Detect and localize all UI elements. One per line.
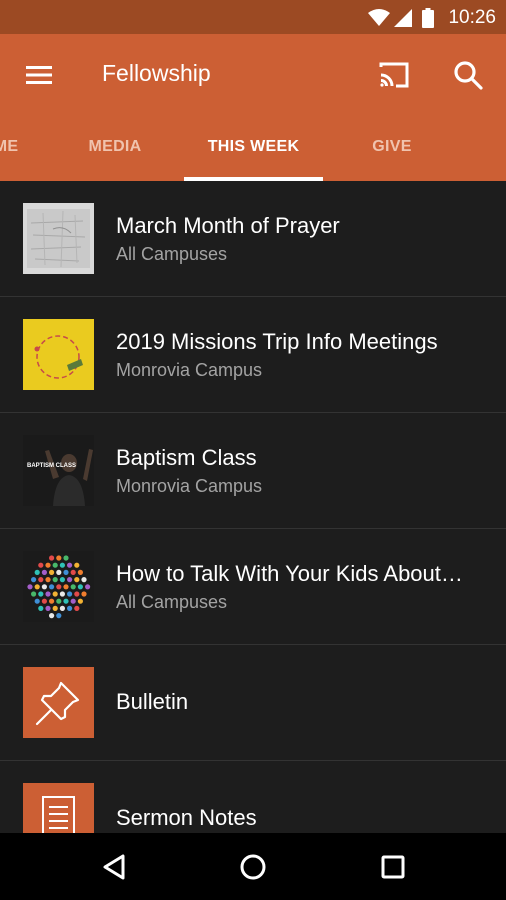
- tab-media[interactable]: MEDIA: [70, 116, 160, 181]
- this-week-list: March Month of Prayer All Campuses 2019 …: [0, 181, 506, 833]
- baptism-thumb-text: BAPTISM CLASS: [27, 463, 76, 469]
- prayer-thumbnail: [23, 203, 94, 274]
- item-subtitle: All Campuses: [116, 244, 228, 264]
- status-bar: 10:26: [0, 0, 506, 34]
- item-title: Sermon Notes: [116, 805, 257, 830]
- item-title: March Month of Prayer: [116, 213, 340, 238]
- menu-icon[interactable]: [24, 61, 54, 89]
- baptism-thumbnail: BAPTISM CLASS: [23, 435, 94, 506]
- list-item[interactable]: 2019 Missions Trip Info Meetings Monrovi…: [0, 297, 506, 413]
- battery-icon: [422, 8, 435, 28]
- clock: 10:26: [448, 7, 496, 28]
- home-icon[interactable]: [236, 850, 270, 884]
- app-title: Fellowship: [102, 60, 211, 86]
- item-title: Baptism Class: [116, 445, 257, 470]
- app-bar: Fellowship: [0, 34, 506, 116]
- cell-signal-icon: [394, 9, 413, 27]
- item-subtitle: All Campuses: [116, 592, 228, 612]
- tab-me[interactable]: ME: [0, 116, 26, 181]
- list-item[interactable]: Sermon Notes: [0, 761, 506, 833]
- item-title: Bulletin: [116, 689, 189, 714]
- wifi-icon: [368, 9, 391, 27]
- system-nav-bar: [0, 833, 506, 900]
- item-title: 2019 Missions Trip Info Meetings: [116, 329, 438, 354]
- cast-icon[interactable]: [376, 59, 412, 91]
- recents-icon[interactable]: [376, 850, 410, 884]
- list-item[interactable]: BAPTISM CLASS Baptism Class Monrovia Cam…: [0, 413, 506, 529]
- tab-this-week[interactable]: THIS WEEK: [184, 116, 323, 181]
- notes-icon: [23, 783, 94, 833]
- tab-give[interactable]: GIVE: [347, 116, 437, 181]
- back-icon[interactable]: [98, 850, 132, 884]
- tab-bar: ME MEDIA THIS WEEK GIVE: [0, 116, 506, 181]
- search-icon[interactable]: [452, 59, 484, 91]
- missions-thumbnail: [23, 319, 94, 390]
- item-title: How to Talk With Your Kids About…: [116, 561, 463, 586]
- pushpin-icon: [23, 667, 94, 738]
- list-item[interactable]: Bulletin: [0, 645, 506, 761]
- list-item[interactable]: How to Talk With Your Kids About… All Ca…: [0, 529, 506, 645]
- item-subtitle: Monrovia Campus: [116, 360, 263, 380]
- status-icons: 10:26: [368, 6, 496, 30]
- list-item[interactable]: March Month of Prayer All Campuses: [0, 181, 506, 297]
- kids-talk-thumbnail: [23, 551, 94, 622]
- item-subtitle: Monrovia Campus: [116, 476, 263, 496]
